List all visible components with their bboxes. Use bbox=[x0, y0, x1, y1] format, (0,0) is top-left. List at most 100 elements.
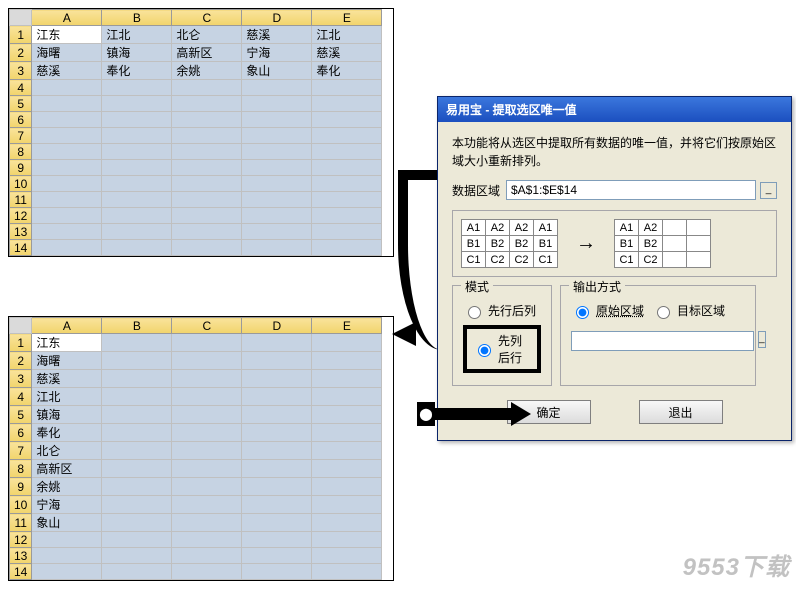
cell[interactable]: 慈溪 bbox=[242, 26, 312, 44]
cell[interactable] bbox=[32, 192, 102, 208]
cell[interactable] bbox=[312, 406, 382, 424]
cell[interactable]: 奉化 bbox=[312, 62, 382, 80]
cell[interactable] bbox=[312, 548, 382, 564]
cell[interactable] bbox=[312, 240, 382, 256]
cell[interactable] bbox=[172, 224, 242, 240]
cell[interactable] bbox=[172, 406, 242, 424]
cell[interactable] bbox=[102, 496, 172, 514]
cell[interactable]: 奉化 bbox=[32, 424, 102, 442]
cell[interactable] bbox=[172, 80, 242, 96]
cell[interactable] bbox=[242, 80, 312, 96]
cell[interactable] bbox=[32, 144, 102, 160]
cell[interactable]: 慈溪 bbox=[312, 44, 382, 62]
cell[interactable] bbox=[312, 496, 382, 514]
output-range-picker-button[interactable]: _ bbox=[758, 331, 766, 348]
row-header[interactable]: 1 bbox=[10, 26, 32, 44]
cell[interactable] bbox=[102, 388, 172, 406]
cell[interactable]: 宁海 bbox=[32, 496, 102, 514]
output-target-radio[interactable] bbox=[657, 306, 670, 319]
cell[interactable] bbox=[172, 532, 242, 548]
output-original-radio[interactable] bbox=[576, 306, 589, 319]
cell[interactable] bbox=[242, 240, 312, 256]
cell[interactable] bbox=[242, 514, 312, 532]
cell[interactable] bbox=[242, 176, 312, 192]
row-header[interactable]: 2 bbox=[10, 352, 32, 370]
cell[interactable] bbox=[102, 370, 172, 388]
cell[interactable] bbox=[102, 564, 172, 580]
cell[interactable] bbox=[32, 532, 102, 548]
cell[interactable] bbox=[312, 160, 382, 176]
cell[interactable] bbox=[172, 564, 242, 580]
col-header[interactable]: A bbox=[32, 10, 102, 26]
cell[interactable] bbox=[242, 564, 312, 580]
cell[interactable] bbox=[242, 442, 312, 460]
row-header[interactable]: 1 bbox=[10, 334, 32, 352]
cell[interactable] bbox=[102, 442, 172, 460]
cell[interactable] bbox=[312, 80, 382, 96]
cell[interactable]: 高新区 bbox=[172, 44, 242, 62]
row-header[interactable]: 5 bbox=[10, 96, 32, 112]
cell[interactable] bbox=[102, 176, 172, 192]
cell[interactable]: 慈溪 bbox=[32, 62, 102, 80]
cell[interactable] bbox=[172, 176, 242, 192]
range-input[interactable] bbox=[506, 180, 756, 200]
cell[interactable] bbox=[102, 192, 172, 208]
cell[interactable]: 镇海 bbox=[102, 44, 172, 62]
row-header[interactable]: 12 bbox=[10, 208, 32, 224]
cell[interactable] bbox=[312, 176, 382, 192]
row-header[interactable]: 14 bbox=[10, 564, 32, 580]
cell[interactable]: 北仑 bbox=[32, 442, 102, 460]
output-target[interactable]: 目标区域 bbox=[652, 302, 725, 319]
exit-button[interactable]: 退出 bbox=[639, 400, 723, 424]
col-header[interactable]: D bbox=[242, 318, 312, 334]
cell[interactable]: 象山 bbox=[32, 514, 102, 532]
cell[interactable] bbox=[32, 548, 102, 564]
cell[interactable] bbox=[102, 532, 172, 548]
cell[interactable] bbox=[102, 208, 172, 224]
cell[interactable] bbox=[172, 128, 242, 144]
cell[interactable] bbox=[312, 442, 382, 460]
cell[interactable] bbox=[172, 370, 242, 388]
cell[interactable] bbox=[312, 112, 382, 128]
range-picker-button[interactable]: _ bbox=[760, 182, 777, 199]
col-header[interactable]: E bbox=[312, 318, 382, 334]
cell[interactable] bbox=[242, 548, 312, 564]
cell[interactable] bbox=[102, 514, 172, 532]
cell[interactable] bbox=[242, 224, 312, 240]
row-header[interactable]: 3 bbox=[10, 370, 32, 388]
cell[interactable] bbox=[312, 564, 382, 580]
cell[interactable] bbox=[312, 370, 382, 388]
cell[interactable] bbox=[172, 334, 242, 352]
cell[interactable] bbox=[32, 208, 102, 224]
cell[interactable] bbox=[172, 96, 242, 112]
cell[interactable]: 海曙 bbox=[32, 352, 102, 370]
row-header[interactable]: 3 bbox=[10, 62, 32, 80]
cell[interactable] bbox=[102, 478, 172, 496]
cell[interactable] bbox=[172, 352, 242, 370]
cell[interactable] bbox=[242, 128, 312, 144]
cell[interactable] bbox=[102, 144, 172, 160]
cell[interactable] bbox=[172, 514, 242, 532]
cell[interactable] bbox=[312, 388, 382, 406]
cell[interactable] bbox=[102, 460, 172, 478]
cell[interactable] bbox=[312, 478, 382, 496]
cell[interactable] bbox=[172, 460, 242, 478]
mode-col-first-radio[interactable] bbox=[478, 344, 491, 357]
cell[interactable] bbox=[172, 208, 242, 224]
cell[interactable] bbox=[242, 144, 312, 160]
col-header[interactable]: C bbox=[172, 318, 242, 334]
cell[interactable] bbox=[242, 424, 312, 442]
cell[interactable] bbox=[32, 96, 102, 112]
cell[interactable]: 余姚 bbox=[172, 62, 242, 80]
cell[interactable] bbox=[172, 144, 242, 160]
col-header[interactable]: E bbox=[312, 10, 382, 26]
mode-row-first[interactable]: 先行后列 bbox=[463, 302, 541, 319]
cell[interactable] bbox=[102, 352, 172, 370]
cell[interactable]: 高新区 bbox=[32, 460, 102, 478]
row-header[interactable]: 10 bbox=[10, 176, 32, 192]
cell[interactable] bbox=[32, 112, 102, 128]
col-header[interactable]: B bbox=[102, 318, 172, 334]
cell[interactable] bbox=[242, 532, 312, 548]
cell[interactable] bbox=[102, 334, 172, 352]
cell[interactable] bbox=[242, 208, 312, 224]
